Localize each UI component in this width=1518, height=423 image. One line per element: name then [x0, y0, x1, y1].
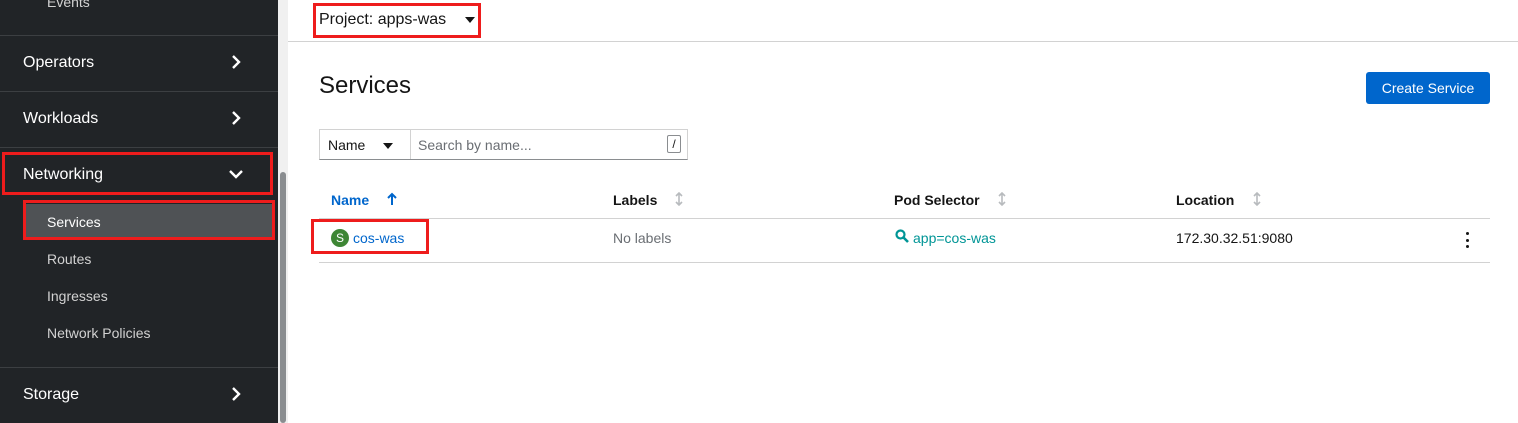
sort-icon[interactable]: [1252, 191, 1262, 209]
sidebar-divider: [0, 91, 278, 92]
sidebar-scrollbar[interactable]: [278, 0, 288, 423]
search-icon: [895, 229, 909, 246]
column-header-name[interactable]: Name: [331, 192, 369, 208]
filter-type-label: Name: [328, 137, 366, 153]
table-header-divider: [319, 218, 1490, 219]
sidebar-item-network-policies[interactable]: Network Policies: [47, 325, 150, 341]
column-header-location[interactable]: Location: [1176, 192, 1234, 208]
sort-icon[interactable]: [674, 191, 684, 209]
column-header-pod-selector[interactable]: Pod Selector: [894, 192, 980, 208]
filter-type-dropdown[interactable]: Name: [320, 130, 411, 159]
sidebar-item-ingresses[interactable]: Ingresses: [47, 288, 108, 304]
create-service-button[interactable]: Create Service: [1366, 72, 1490, 104]
sort-icon[interactable]: [997, 191, 1007, 209]
pod-selector-link[interactable]: app=cos-was: [913, 230, 996, 246]
chevron-right-icon[interactable]: [226, 52, 246, 72]
scrollbar-thumb[interactable]: [280, 172, 286, 423]
kebab-menu-icon[interactable]: [1464, 232, 1470, 248]
column-header-labels[interactable]: Labels: [613, 192, 657, 208]
highlight-box: [313, 3, 481, 38]
highlight-box: [311, 219, 429, 254]
chevron-right-icon[interactable]: [226, 108, 246, 128]
topbar-divider: [288, 41, 1518, 42]
chevron-right-icon[interactable]: [226, 384, 246, 404]
sidebar-section-storage[interactable]: Storage: [23, 386, 79, 404]
filter-toolbar: Name Search by name... /: [319, 129, 688, 160]
sidebar-divider: [0, 147, 278, 148]
sidebar-divider: [0, 367, 278, 368]
sidebar-section-workloads[interactable]: Workloads: [23, 110, 98, 128]
keyboard-shortcut-hint: /: [667, 135, 681, 153]
sidebar-divider: [0, 35, 278, 36]
labels-cell: No labels: [613, 230, 672, 246]
caret-down-icon: [383, 143, 393, 149]
table-row-divider: [319, 262, 1490, 263]
highlight-box: [2, 152, 273, 195]
sidebar-nav: Events Operators Workloads Networking Se…: [0, 0, 278, 423]
location-cell: 172.30.32.51:9080: [1176, 230, 1293, 246]
highlight-box: [23, 200, 275, 240]
page-title: Services: [319, 72, 412, 99]
sidebar-item-routes[interactable]: Routes: [47, 251, 91, 267]
sidebar-item-events[interactable]: Events: [47, 0, 90, 10]
sort-ascending-icon[interactable]: [387, 192, 397, 209]
sidebar-section-operators[interactable]: Operators: [23, 54, 94, 72]
search-input[interactable]: Search by name...: [418, 137, 532, 153]
